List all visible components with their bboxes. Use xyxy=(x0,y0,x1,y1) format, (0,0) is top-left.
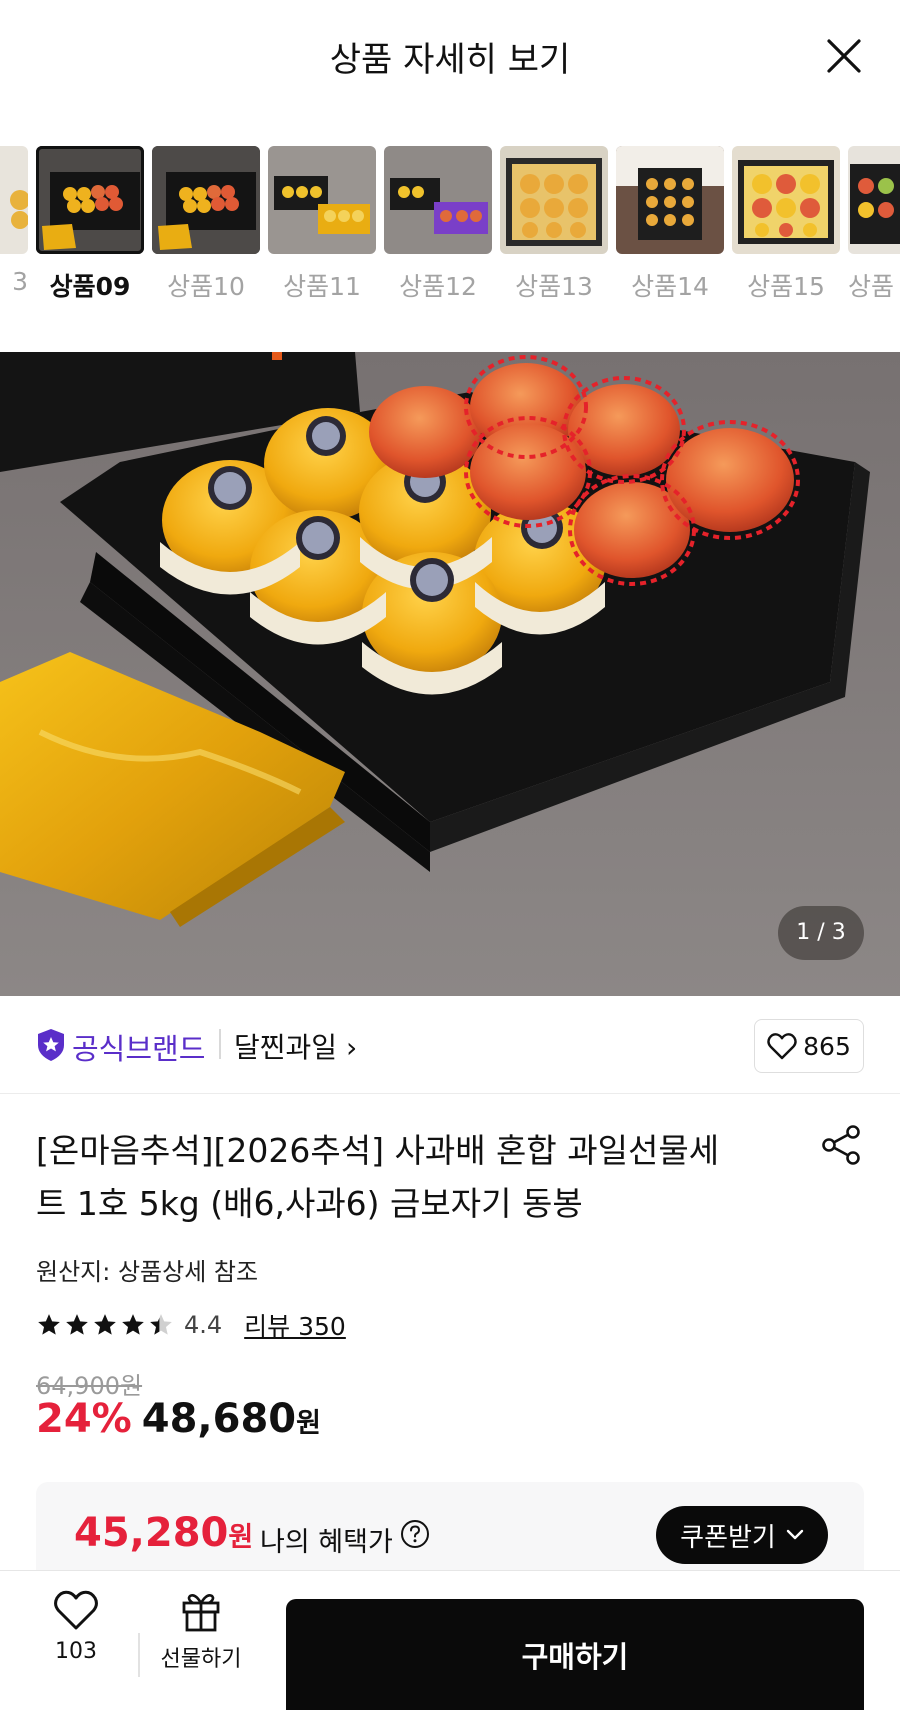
thumbnail-image xyxy=(268,146,376,254)
thumbnail-label: 상품12 xyxy=(399,272,477,301)
chevron-down-icon xyxy=(786,1529,804,1540)
brand-like-button[interactable]: 865 xyxy=(754,1019,864,1073)
thumbnail-label: 상품15 xyxy=(747,272,825,301)
star-icon xyxy=(66,1314,88,1335)
divider xyxy=(219,1029,221,1059)
thumbnail-label: 상품11 xyxy=(283,272,361,301)
thumbnail-image xyxy=(152,146,260,254)
share-button[interactable] xyxy=(820,1124,862,1166)
product-title-line: 트 1호 5kg (배6,사과6) 금보자기 동봉 xyxy=(36,1184,583,1223)
thumbnail-image xyxy=(500,146,608,254)
thumbnail-item[interactable]: 상품 xyxy=(848,146,900,303)
thumbnail-item[interactable]: 상품10 xyxy=(152,146,260,303)
buy-button[interactable]: 구매하기 xyxy=(286,1599,864,1710)
thumbnail-image xyxy=(384,146,492,254)
thumbnail-image xyxy=(848,146,900,254)
benefit-amount: 45,280 xyxy=(74,1510,229,1556)
heart-icon xyxy=(54,1590,98,1630)
official-brand-label: 공식브랜드 xyxy=(72,1032,206,1066)
price-row: 24% 48,680 원 xyxy=(36,1396,321,1456)
star-icon xyxy=(38,1314,60,1335)
benefit-label: 나의 혜택가 xyxy=(260,1527,393,1558)
star-half-icon xyxy=(150,1314,172,1335)
thumbnail-label: 3 xyxy=(12,267,28,296)
thumbnail-item[interactable]: 상품15 xyxy=(732,146,840,303)
thumbnail-item-selected[interactable]: 상품09 xyxy=(36,146,144,303)
thumbnail-label: 상품14 xyxy=(631,272,709,301)
brand-row: 공식브랜드 달찐과일 › 865 xyxy=(0,996,900,1094)
header: 상품 자세히 보기 xyxy=(0,0,900,112)
gift-button[interactable]: 선물하기 xyxy=(156,1589,246,1673)
star-shield-icon xyxy=(38,1029,64,1061)
share-icon xyxy=(822,1125,860,1165)
page-title: 상품 자세히 보기 xyxy=(329,40,571,80)
heart-icon xyxy=(767,1033,797,1060)
rating-value: 4.4 xyxy=(184,1311,223,1339)
thumbnail-image xyxy=(732,146,840,254)
rating-row: 4.4 리뷰 350 xyxy=(36,1307,346,1343)
sale-price: 48,680 xyxy=(141,1396,297,1442)
star-icon xyxy=(122,1314,144,1335)
review-link[interactable]: 리뷰 350 xyxy=(244,1307,346,1343)
bottom-action-bar: 103 선물하기 구매하기 xyxy=(0,1570,900,1710)
like-count: 865 xyxy=(803,1031,851,1061)
close-button[interactable] xyxy=(824,36,864,76)
thumbnail-item[interactable]: 상품11 xyxy=(268,146,376,303)
thumbnail-item[interactable]: 3 xyxy=(0,146,28,296)
thumbnail-label: 상품09 xyxy=(49,272,131,301)
thumbnail-label: 상품10 xyxy=(167,272,245,301)
discount-rate: 24% xyxy=(36,1396,132,1442)
star-icon xyxy=(94,1314,116,1335)
thumbnail-item[interactable]: 상품13 xyxy=(500,146,608,303)
product-image-gallery[interactable]: 1 / 3 xyxy=(0,352,900,996)
benefit-price: 45,280 원 xyxy=(74,1510,253,1556)
image-counter: 1 / 3 xyxy=(778,906,864,960)
coupon-button-label: 쿠폰받기 xyxy=(680,1522,776,1553)
origin-info: 원산지: 상품상세 참조 xyxy=(36,1258,259,1286)
benefit-unit: 원 xyxy=(228,1522,254,1553)
thumbnail-image xyxy=(0,146,28,254)
question-circle-icon[interactable] xyxy=(400,1519,430,1549)
thumbnail-strip[interactable]: 3 상품09 상품10 상품11 상품12 상품13 상품14 상품15 상품 xyxy=(0,146,900,306)
thumbnail-image xyxy=(36,146,144,254)
thumbnail-label: 상품13 xyxy=(515,272,593,301)
wishlist-count: 103 xyxy=(55,1639,97,1664)
brand-store-link[interactable]: 달찐과일 › xyxy=(234,1026,357,1066)
product-title: [온마음추석][2026추석] 사과배 혼합 과일선물세 트 1호 5kg (배… xyxy=(36,1124,776,1230)
thumbnail-item[interactable]: 상품12 xyxy=(384,146,492,303)
gift-label: 선물하기 xyxy=(160,1647,242,1672)
coupon-button[interactable]: 쿠폰받기 xyxy=(656,1506,828,1564)
wishlist-button[interactable]: 103 xyxy=(44,1589,108,1664)
gift-icon xyxy=(182,1594,220,1632)
thumbnail-item[interactable]: 상품14 xyxy=(616,146,724,303)
sale-price-unit: 원 xyxy=(296,1408,321,1439)
star-rating xyxy=(36,1312,174,1338)
thumbnail-image xyxy=(616,146,724,254)
close-icon xyxy=(827,39,861,73)
thumbnail-label: 상품 xyxy=(848,272,895,301)
divider xyxy=(138,1633,140,1677)
product-title-line: [온마음추석][2026추석] 사과배 혼합 과일선물세 xyxy=(36,1131,720,1170)
product-main-image xyxy=(0,352,900,996)
